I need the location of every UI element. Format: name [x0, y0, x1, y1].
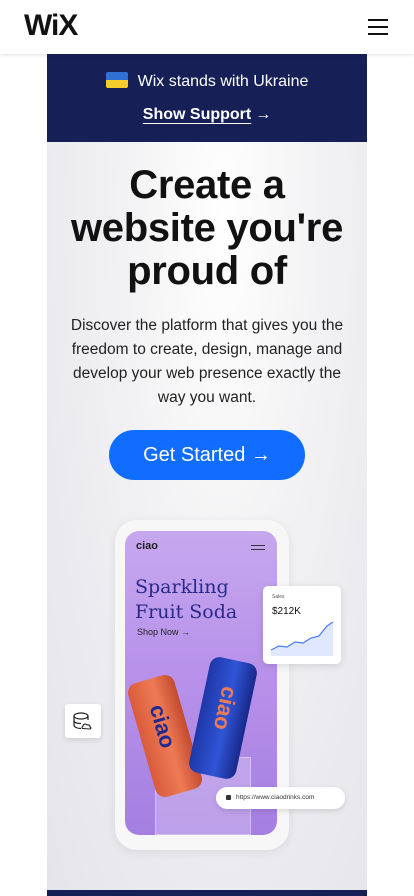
menu-bar [368, 26, 388, 28]
show-support-label: Show Support [142, 106, 252, 123]
sales-line-chart-icon [270, 621, 334, 656]
wix-logo[interactable]: WiX [24, 11, 78, 41]
mockup-shop-now: Shop Now → [137, 627, 191, 637]
hero-title-line: website you're [70, 206, 344, 250]
soda-can-image: ciao [125, 672, 205, 800]
sales-card: Sales $212K [263, 586, 341, 664]
show-support-link-wrap: Show Support → [47, 106, 367, 124]
hero-section: Create a website you're proud of Discove… [47, 142, 367, 890]
get-started-button[interactable]: Get Started → [109, 430, 305, 480]
ukraine-banner: Wix stands with Ukraine Show Support → [47, 54, 367, 142]
next-section-strip [47, 890, 367, 896]
mockup-headline-line: Sparkling [135, 576, 229, 598]
mockup-brand: ciao [136, 540, 159, 552]
hero-title: Create a website you're proud of [47, 164, 367, 293]
banner-message: Wix stands with Ukraine [47, 72, 367, 92]
site-header: WiX [0, 0, 414, 54]
can-label: ciao [144, 701, 181, 751]
hero-description: Discover the platform that gives you the… [70, 317, 344, 406]
arrow-right-icon: → [255, 106, 272, 123]
ukraine-flag-icon [105, 72, 128, 88]
can-label: ciao [208, 684, 243, 733]
sales-label: Sales [272, 594, 285, 600]
mockup-headline: Sparkling Fruit Soda [135, 575, 237, 625]
banner-text: Wix stands with Ukraine [137, 73, 309, 90]
mockup-menu-icon [251, 545, 265, 550]
menu-bar [368, 33, 388, 35]
hero-title-line: proud of [127, 249, 287, 293]
show-support-link[interactable]: Show Support [143, 106, 251, 123]
lock-icon [226, 795, 231, 800]
page-content: Wix stands with Ukraine Show Support → Cr… [47, 54, 367, 896]
url-text: https://www.ciaodrinks.com [236, 794, 315, 801]
menu-bar [368, 19, 388, 21]
url-bar: https://www.ciaodrinks.com [216, 787, 345, 809]
hamburger-menu-icon[interactable] [368, 16, 390, 36]
hero-title-line: Create a [129, 163, 285, 207]
storage-card [65, 704, 101, 738]
mockup-headline-line: Fruit Soda [135, 601, 238, 623]
database-icon [73, 712, 92, 730]
